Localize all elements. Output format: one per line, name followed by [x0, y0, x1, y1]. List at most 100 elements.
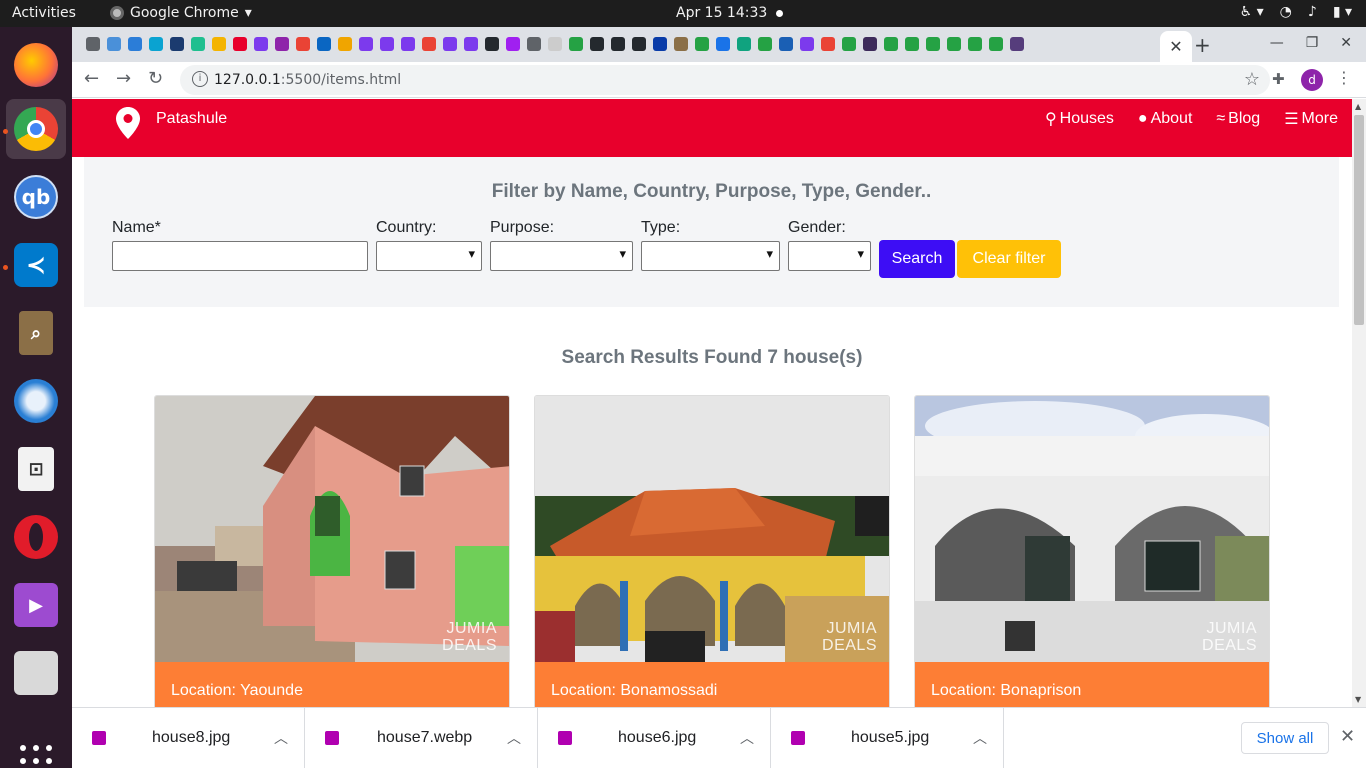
show-applications-button[interactable] — [20, 745, 52, 768]
type-select[interactable] — [641, 241, 780, 271]
house-photo[interactable]: JUMIA DEALS — [155, 396, 509, 662]
tab-favicon[interactable] — [523, 35, 544, 53]
tab-favicon[interactable] — [229, 35, 250, 53]
tab-favicon[interactable] — [439, 35, 460, 53]
maximize-icon[interactable]: ❐ — [1306, 35, 1319, 51]
tab-favicon[interactable] — [502, 35, 523, 53]
chevron-up-icon[interactable]: ︿ — [973, 728, 987, 748]
tab-favicon[interactable] — [586, 35, 607, 53]
tab-favicon[interactable] — [334, 35, 355, 53]
tab-favicon[interactable] — [880, 35, 901, 53]
tab-favicon[interactable] — [187, 35, 208, 53]
dock-thunderbird[interactable] — [6, 371, 66, 431]
close-tab-icon[interactable]: ✕ — [1169, 37, 1182, 56]
address-bar[interactable]: i 127.0.0.1:5500/items.html ☆ — [180, 65, 1270, 95]
tab-favicon[interactable] — [775, 35, 796, 53]
activities-button[interactable]: Activities — [12, 5, 76, 21]
tab-favicon[interactable] — [355, 35, 376, 53]
clock[interactable]: Apr 15 14:33 — [676, 5, 767, 21]
active-tab[interactable]: ✕ — [1160, 31, 1192, 62]
scrollbar-thumb[interactable] — [1354, 115, 1364, 325]
download-item[interactable]: house7.webp ︿ — [305, 708, 538, 768]
house-card[interactable]: JUMIA DEALS Location: Bonaprison — [914, 395, 1270, 707]
tab-favicon[interactable] — [271, 35, 292, 53]
scroll-up-arrow-icon[interactable]: ▲ — [1355, 102, 1361, 111]
tab-favicon[interactable] — [376, 35, 397, 53]
gender-select[interactable] — [788, 241, 871, 271]
tab-favicon[interactable] — [82, 35, 103, 53]
chevron-up-icon[interactable]: ︿ — [507, 728, 521, 748]
chevron-up-icon[interactable]: ︿ — [740, 728, 754, 748]
bookmark-star-icon[interactable]: ☆ — [1244, 69, 1260, 90]
page-scrollbar[interactable]: ▲ ▼ — [1352, 99, 1366, 707]
tab-favicon[interactable] — [565, 35, 586, 53]
tab-favicon[interactable] — [712, 35, 733, 53]
tab-favicon[interactable] — [754, 35, 775, 53]
site-brand[interactable]: Patashule — [156, 110, 227, 128]
tab-favicon[interactable] — [544, 35, 565, 53]
tab-favicon[interactable] — [649, 35, 670, 53]
tab-favicon[interactable] — [901, 35, 922, 53]
nav-houses[interactable]: ⚲ Houses — [1045, 109, 1114, 129]
system-tray[interactable]: ♿︎ ▾ ◔ ♪ ▮ ▾ — [1240, 4, 1352, 20]
house-photo[interactable]: JUMIA DEALS — [915, 396, 1269, 662]
tab-favicon[interactable] — [418, 35, 439, 53]
dock-firefox[interactable] — [6, 35, 66, 95]
tab-favicon[interactable] — [922, 35, 943, 53]
nav-more[interactable]: ☰ More — [1284, 109, 1338, 129]
tab-favicon[interactable] — [313, 35, 334, 53]
dock-vscode[interactable]: ≺ — [6, 235, 66, 295]
purpose-select[interactable] — [490, 241, 633, 271]
tab-favicon[interactable] — [103, 35, 124, 53]
dock-opera[interactable] — [6, 507, 66, 567]
clear-filter-button[interactable]: Clear filter — [957, 240, 1061, 278]
new-tab-button[interactable]: + — [1194, 33, 1211, 57]
close-icon[interactable]: ✕ — [1340, 35, 1352, 51]
name-input[interactable] — [112, 241, 368, 271]
search-button[interactable]: Search — [879, 240, 955, 278]
scroll-down-arrow-icon[interactable]: ▼ — [1355, 695, 1361, 704]
tab-favicon[interactable] — [733, 35, 754, 53]
house-card[interactable]: JUMIA DEALS Location: Bonamossadi — [534, 395, 890, 707]
tab-favicon[interactable] — [838, 35, 859, 53]
tab-favicon[interactable] — [817, 35, 838, 53]
profile-avatar[interactable]: d — [1301, 69, 1323, 91]
tab-favicon[interactable] — [208, 35, 229, 53]
dock-qbittorrent[interactable]: qb — [6, 167, 66, 227]
download-item[interactable]: house5.jpg ︿ — [771, 708, 1004, 768]
tab-favicon[interactable] — [670, 35, 691, 53]
dock-files[interactable] — [6, 643, 66, 703]
reload-button[interactable]: ↻ — [148, 68, 163, 89]
nav-about[interactable]: ● About — [1138, 109, 1192, 129]
tab-favicon[interactable] — [292, 35, 313, 53]
show-all-downloads-button[interactable]: Show all — [1241, 722, 1329, 754]
tab-favicon[interactable] — [397, 35, 418, 53]
tab-favicon[interactable] — [1006, 35, 1027, 53]
tab-favicon[interactable] — [166, 35, 187, 53]
dock-chrome[interactable] — [6, 99, 66, 159]
dock-reader[interactable]: ⌕ — [6, 303, 66, 363]
accessibility-icon[interactable]: ♿︎ ▾ — [1240, 4, 1264, 20]
location-pin-icon[interactable] — [115, 107, 141, 139]
back-button[interactable]: ← — [84, 68, 99, 89]
tab-favicon[interactable] — [250, 35, 271, 53]
more-menu-icon[interactable]: ⋮ — [1336, 68, 1352, 87]
nav-blog[interactable]: ≈ Blog — [1216, 109, 1260, 129]
country-select[interactable] — [376, 241, 482, 271]
tab-favicon[interactable] — [796, 35, 817, 53]
tab-favicon[interactable] — [964, 35, 985, 53]
tab-favicon[interactable] — [145, 35, 166, 53]
extensions-puzzle-icon[interactable]: ✚ — [1272, 70, 1285, 88]
download-item[interactable]: house6.jpg ︿ — [538, 708, 771, 768]
tab-favicon[interactable] — [943, 35, 964, 53]
dock-text-editor[interactable]: ⊡ — [6, 439, 66, 499]
info-icon[interactable]: i — [192, 71, 208, 87]
chevron-up-icon[interactable]: ︿ — [274, 728, 288, 748]
tab-favicon[interactable] — [691, 35, 712, 53]
minimize-icon[interactable]: — — [1270, 35, 1284, 51]
close-icon[interactable]: ✕ — [1340, 726, 1355, 747]
tab-favicon[interactable] — [607, 35, 628, 53]
tab-favicon[interactable] — [124, 35, 145, 53]
url-text[interactable]: 127.0.0.1:5500/items.html — [214, 72, 401, 88]
tab-favicon[interactable] — [481, 35, 502, 53]
